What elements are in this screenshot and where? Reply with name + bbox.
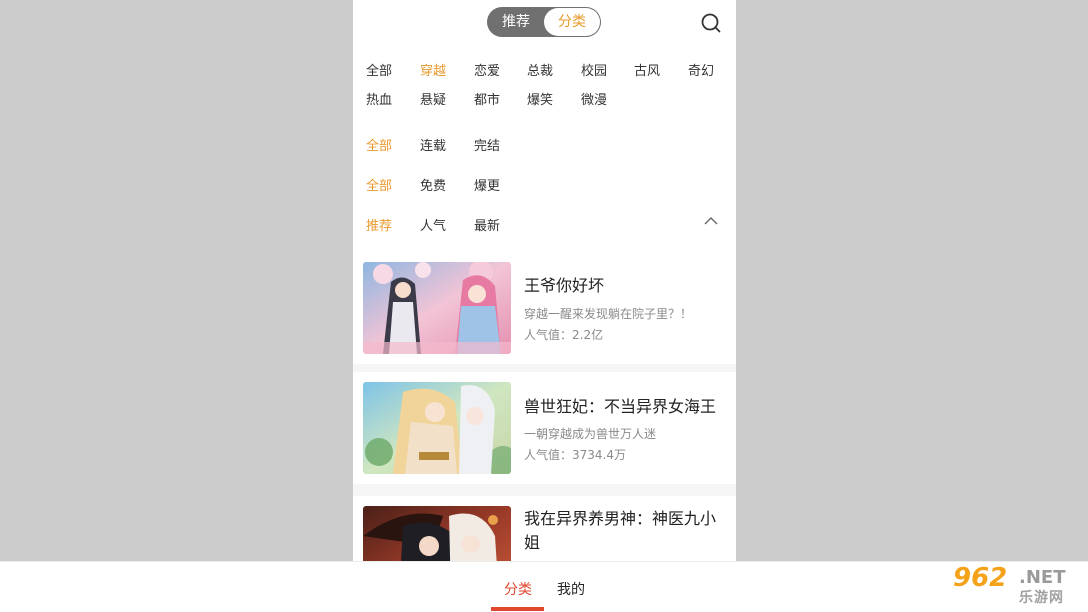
genre-ceo[interactable]: 总裁	[527, 63, 553, 81]
list-item[interactable]: 王爷你好坏 穿越一醒来发现躺在院子里？！ 人气值：2.2亿	[353, 252, 736, 364]
watermark-logo: 962 .NET 乐游网	[949, 563, 1084, 609]
genre-urban[interactable]: 都市	[474, 92, 500, 110]
genre-mystery[interactable]: 悬疑	[420, 92, 446, 110]
comic-popularity: 人气值：3734.4万	[524, 448, 626, 462]
genre-passion[interactable]: 热血	[366, 92, 392, 110]
genre-comedy[interactable]: 爆笑	[527, 92, 553, 110]
segment-category[interactable]: 分类	[544, 8, 600, 36]
genre-time-travel[interactable]: 穿越	[420, 63, 446, 81]
divider	[353, 364, 736, 372]
app-screen: 推荐 分类 全部 穿越 恋爱 总裁 校园 古风 奇幻 热血 悬疑 都市 爆笑 微…	[353, 0, 736, 612]
sort-popular[interactable]: 人气	[420, 218, 446, 236]
comic-desc: 一朝穿越成为兽世万人迷	[524, 427, 657, 441]
list-item[interactable]: 兽世狂妃：不当异界女海王 一朝穿越成为兽世万人迷 人气值：3734.4万	[353, 372, 736, 484]
divider	[353, 484, 736, 496]
comic-cover[interactable]	[363, 262, 511, 354]
bottom-nav: 分类 我的	[0, 561, 1088, 612]
price-all[interactable]: 全部	[366, 178, 392, 196]
price-free[interactable]: 免费	[420, 178, 446, 196]
watermark-number: 962	[953, 563, 1008, 593]
genre-fantasy[interactable]: 奇幻	[688, 63, 714, 81]
comic-title: 王爷你好坏	[524, 276, 605, 295]
segment-recommend[interactable]: 推荐	[487, 7, 545, 37]
comic-popularity: 人气值：2.2亿	[524, 328, 604, 342]
status-all[interactable]: 全部	[366, 138, 392, 156]
genre-all[interactable]: 全部	[366, 63, 392, 81]
tab-mine[interactable]: 我的	[557, 579, 585, 599]
chevron-up-icon[interactable]	[703, 216, 719, 226]
active-tab-indicator	[491, 607, 544, 611]
price-frequent-update[interactable]: 爆更	[474, 178, 500, 196]
tab-category[interactable]: 分类	[504, 579, 532, 599]
comic-cover[interactable]	[363, 382, 511, 474]
watermark-sub: 乐游网	[1019, 590, 1064, 606]
genre-micro[interactable]: 微漫	[581, 92, 607, 110]
sort-newest[interactable]: 最新	[474, 218, 500, 236]
segment-control: 推荐 分类	[487, 7, 601, 37]
comic-title: 我在异界养男神：神医九小姐	[524, 509, 717, 552]
watermark-net: .NET	[1019, 567, 1066, 588]
comic-desc: 穿越一醒来发现躺在院子里？！	[524, 307, 693, 321]
genre-romance[interactable]: 恋爱	[474, 63, 500, 81]
status-completed[interactable]: 完结	[474, 138, 500, 156]
status-serializing[interactable]: 连载	[420, 138, 446, 156]
genre-ancient[interactable]: 古风	[634, 63, 660, 81]
sort-recommend[interactable]: 推荐	[366, 218, 392, 236]
genre-campus[interactable]: 校园	[581, 63, 607, 81]
search-icon[interactable]	[701, 13, 721, 33]
comic-title: 兽世狂妃：不当异界女海王	[524, 397, 717, 416]
